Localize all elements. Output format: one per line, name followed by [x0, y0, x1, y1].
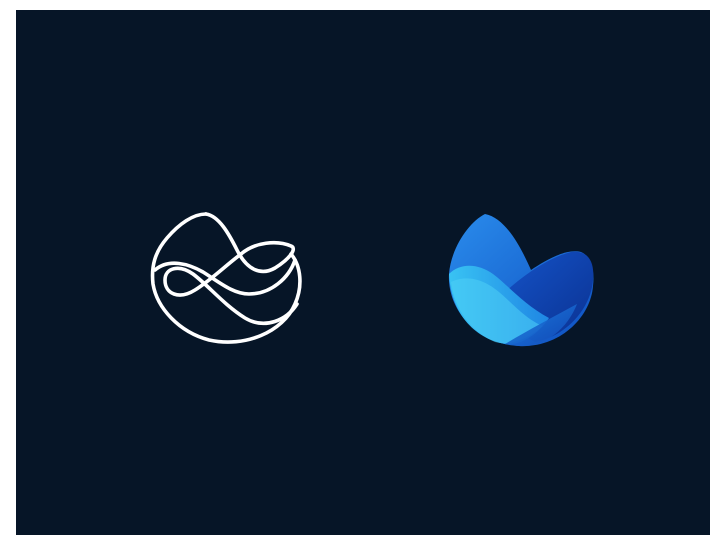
- wave-bowl-filled-icon: [448, 214, 594, 347]
- image-frame: [0, 0, 712, 535]
- wave-bowl-outline-icon: [150, 212, 302, 344]
- outline-top-wave-path: [204, 212, 296, 274]
- dark-canvas: [16, 10, 710, 535]
